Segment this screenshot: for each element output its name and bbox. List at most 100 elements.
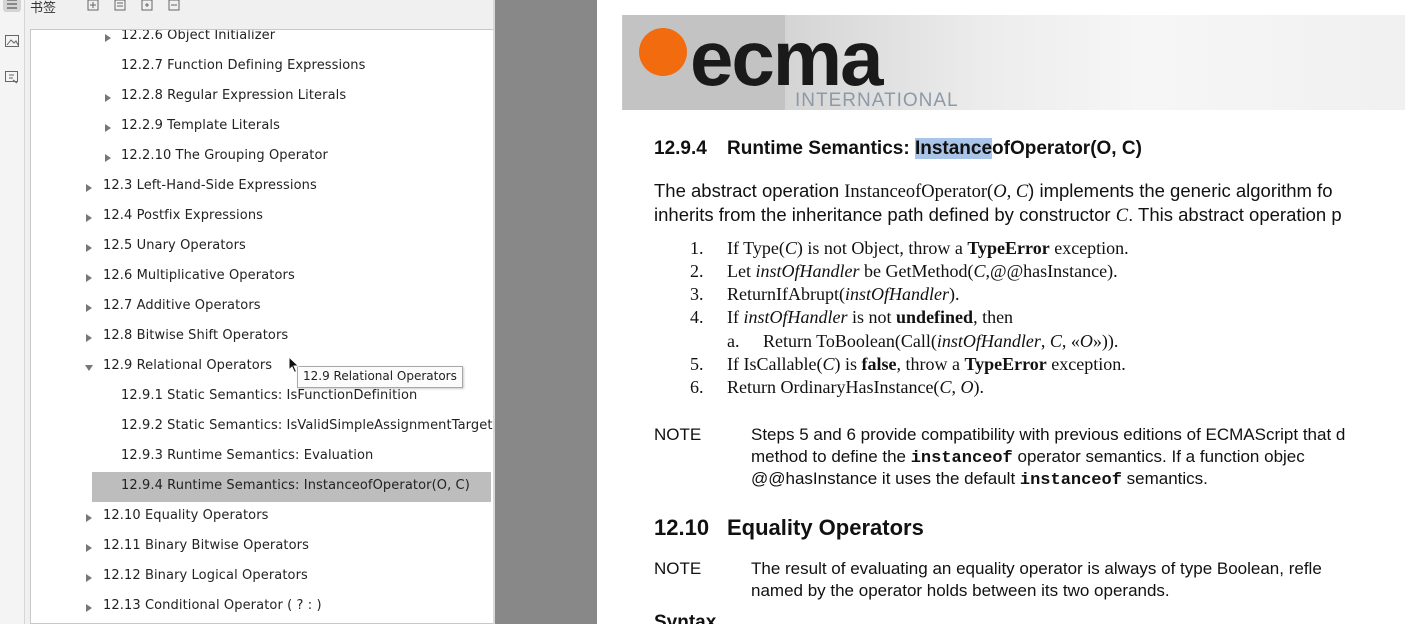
bookmark-label: 12.9.1 Static Semantics: IsFunctionDefin… — [121, 388, 418, 403]
outline-icon[interactable] — [3, 0, 21, 12]
bookmark-item-selected[interactable]: 12.9.4 Runtime Semantics: InstanceofOper… — [31, 472, 518, 502]
collapsed-triangle-icon[interactable] — [84, 212, 93, 222]
bookmark-label: 12.2.6 Object Initializer — [121, 29, 276, 43]
bookmark-label: 12.3 Left-Hand-Side Expressions — [103, 178, 317, 193]
collapsed-triangle-icon[interactable] — [84, 302, 93, 312]
collapsed-triangle-icon[interactable] — [84, 602, 93, 612]
bookmark-label: 12.9.4 Runtime Semantics: InstanceofOper… — [121, 478, 470, 493]
note2-line1: The result of evaluating an equality ope… — [751, 559, 1322, 578]
note-line1: Steps 5 and 6 provide compatibility with… — [751, 425, 1346, 444]
section-heading-equality: 12.10 Equality Operators — [654, 515, 924, 540]
sidebar-header: 书签 — [25, 0, 494, 16]
mouse-cursor-icon — [288, 355, 300, 374]
step-number: 5. — [690, 354, 704, 374]
step-text: If IsCallable(C) is false, throw a TypeE… — [727, 354, 1126, 374]
bookmark-item[interactable]: 12.8 Bitwise Shift Operators — [31, 322, 518, 352]
bookmark-item[interactable]: 12.9.2 Static Semantics: IsValidSimpleAs… — [31, 412, 518, 442]
bookmark-label: 12.6 Multiplicative Operators — [103, 268, 295, 283]
collapsed-triangle-icon[interactable] — [103, 32, 112, 42]
page-gutter — [495, 0, 597, 624]
bookmark-label: 12.2.7 Function Defining Expressions — [121, 58, 366, 73]
note-label-2: NOTE — [654, 559, 702, 578]
bookmark-item[interactable]: 12.2.6 Object Initializer — [31, 29, 518, 52]
intro-paragraph-line1: The abstract operation InstanceofOperato… — [654, 180, 1333, 202]
bookmark-item[interactable]: 12.5 Unary Operators — [31, 232, 518, 262]
collapsed-triangle-icon[interactable] — [84, 332, 93, 342]
bookmark-label: 12.13 Conditional Operator ( ? : ) — [103, 598, 322, 613]
step-number: a. — [727, 331, 740, 351]
bookmark-label: 12.5 Unary Operators — [103, 238, 246, 253]
bookmark-item[interactable]: 12.3 Left-Hand-Side Expressions — [31, 172, 518, 202]
expanded-triangle-icon[interactable] — [84, 362, 93, 372]
bookmark-label: 12.10 Equality Operators — [103, 508, 269, 523]
collapsed-triangle-icon[interactable] — [103, 152, 112, 162]
note-label: NOTE — [654, 425, 702, 444]
delete-bookmark-icon[interactable] — [168, 0, 180, 11]
step-text: Return ToBoolean(Call(instOfHandler, C, … — [763, 331, 1119, 351]
collapsed-triangle-icon[interactable] — [84, 512, 93, 522]
syntax-heading: Syntax — [654, 612, 717, 624]
intro-paragraph-line2: inherits from the inheritance path defin… — [654, 204, 1342, 226]
bookmark-label: 12.12 Binary Logical Operators — [103, 568, 308, 583]
ecma-logo-circle-icon — [639, 28, 687, 76]
bookmark-item[interactable]: 12.2.7 Function Defining Expressions — [31, 52, 518, 82]
bookmark-item[interactable]: 12.10 Equality Operators — [31, 502, 518, 532]
step-text: If instOfHandler is not undefined, then — [727, 307, 1014, 327]
bookmarks-sidebar: 书签 12.2.6 Object Initializer 12.2.7 Funct… — [25, 0, 518, 624]
collapsed-triangle-icon[interactable] — [103, 92, 112, 102]
section-title-pre: Runtime Semantics: — [727, 138, 915, 159]
collapsed-triangle-icon[interactable] — [84, 572, 93, 582]
bookmark-label: 12.9.3 Runtime Semantics: Evaluation — [121, 448, 374, 463]
bookmark-label: 12.2.8 Regular Expression Literals — [121, 88, 347, 103]
left-panel-strip — [0, 0, 25, 624]
collapsed-triangle-icon[interactable] — [84, 542, 93, 552]
bookmark-tree: 12.2.6 Object Initializer 12.2.7 Function… — [30, 29, 518, 624]
bookmark-label: 12.8 Bitwise Shift Operators — [103, 328, 289, 343]
section-number: 12.9.4 — [654, 138, 707, 159]
bookmark-item[interactable]: 12.2.8 Regular Expression Literals — [31, 82, 518, 112]
step-number: 2. — [690, 261, 704, 281]
step-text: If Type(C) is not Object, throw a TypeEr… — [727, 238, 1129, 258]
collapsed-triangle-icon[interactable] — [84, 272, 93, 282]
bookmark-item[interactable]: 12.12 Binary Logical Operators — [31, 562, 518, 592]
bookmark-item[interactable]: 12.9.3 Runtime Semantics: Evaluation — [31, 442, 518, 472]
section-heading: 12.9.4 Runtime Semantics: InstanceofOpera… — [654, 138, 1142, 160]
step-text: Return OrdinaryHasInstance(C, O). — [727, 377, 984, 397]
bookmark-label: 12.9 Relational Operators — [103, 358, 273, 373]
logo-subtext: INTERNATIONAL — [795, 90, 959, 111]
collapsed-triangle-icon[interactable] — [84, 242, 93, 252]
bookmark-item[interactable]: 12.2.9 Template Literals — [31, 112, 518, 142]
step-text: ReturnIfAbrupt(instOfHandler). — [727, 284, 960, 304]
section-title-post: ofOperator(O, C) — [992, 138, 1142, 159]
note-line2: method to define the instanceof operator… — [751, 447, 1305, 468]
bookmark-item[interactable]: 12.4 Postfix Expressions — [31, 202, 518, 232]
thumbnail-icon[interactable] — [4, 34, 20, 48]
collapsed-triangle-icon[interactable] — [84, 182, 93, 192]
collapsed-triangle-icon[interactable] — [103, 122, 112, 132]
bookmark-label: 12.9.2 Static Semantics: IsValidSimpleAs… — [121, 418, 493, 433]
note-line3: @@hasInstance it uses the default instan… — [751, 469, 1208, 490]
sidebar-title: 书签 — [30, 1, 57, 16]
note2-line2: named by the operator holds between its … — [751, 581, 1170, 600]
add-child-bookmark-icon[interactable] — [114, 0, 126, 11]
bookmark-label: 12.2.10 The Grouping Operator — [121, 148, 328, 163]
search-highlight: Instance — [914, 138, 993, 159]
bookmark-item[interactable]: 12.2.10 The Grouping Operator — [31, 142, 518, 172]
add-bookmark-icon[interactable] — [87, 0, 99, 11]
bookmark-item[interactable]: 12.7 Additive Operators — [31, 292, 518, 322]
bookmark-label: 12.7 Additive Operators — [103, 298, 261, 313]
bookmark-item[interactable]: 12.6 Multiplicative Operators — [31, 262, 518, 292]
step-text: Let instOfHandler be GetMethod(C,@@hasIn… — [727, 261, 1118, 281]
step-number: 1. — [690, 238, 704, 258]
document-page: ecma INTERNATIONAL 12.9.4 Runtime Semanti… — [597, 0, 1405, 624]
step-number: 6. — [690, 377, 704, 397]
bookmark-item[interactable]: 12.13 Conditional Operator ( ? : ) — [31, 592, 518, 622]
expand-bookmark-icon[interactable] — [141, 0, 153, 11]
tooltip: 12.9 Relational Operators — [297, 366, 463, 388]
step-number: 3. — [690, 284, 704, 304]
annotation-icon[interactable] — [4, 70, 20, 84]
step-number: 4. — [690, 307, 704, 327]
bookmark-item[interactable]: 12.11 Binary Bitwise Operators — [31, 532, 518, 562]
bookmark-label: 12.11 Binary Bitwise Operators — [103, 538, 309, 553]
bookmark-label: 12.4 Postfix Expressions — [103, 208, 264, 223]
